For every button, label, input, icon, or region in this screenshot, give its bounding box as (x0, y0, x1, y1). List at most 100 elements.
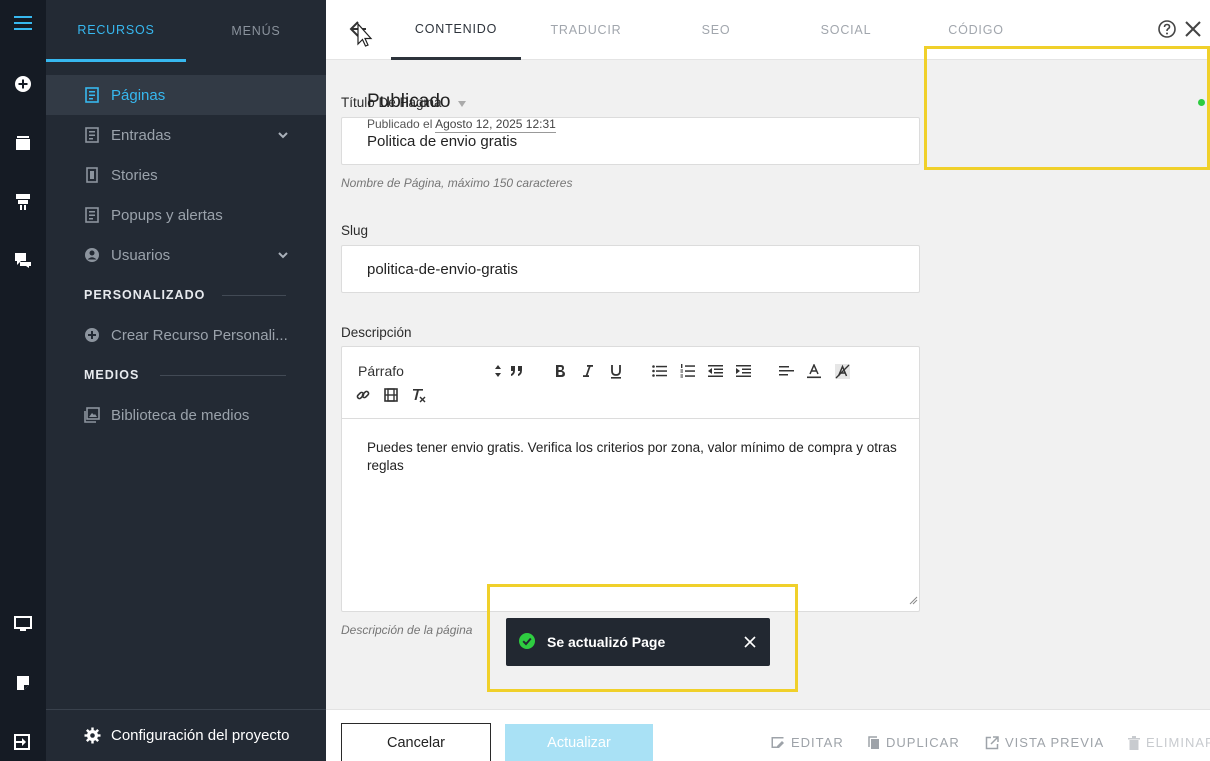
publish-date[interactable]: Agosto 12, 2025 12:31 (435, 117, 556, 133)
description-hint: Descripción de la página (341, 623, 473, 637)
slug-input[interactable]: politica-de-envio-gratis (341, 245, 920, 293)
exit-icon[interactable] (0, 722, 46, 761)
tab-menus[interactable]: MENÚS (186, 0, 326, 62)
bullet-list-icon[interactable] (648, 360, 670, 382)
project-config[interactable]: Configuración del proyecto (46, 709, 326, 761)
sidebar-item-entradas[interactable]: Entradas (46, 115, 326, 155)
format-select[interactable]: Párrafo (358, 360, 502, 382)
add-icon[interactable] (0, 64, 46, 104)
cancel-button[interactable]: Cancelar (341, 723, 491, 761)
sidebar: RECURSOS MENÚS Páginas Entradas Stories … (46, 0, 326, 761)
tab-contenido[interactable]: CONTENIDO (391, 0, 521, 60)
close-icon[interactable] (744, 635, 756, 651)
external-link-icon (985, 735, 999, 749)
title-hint: Nombre de Página, máximo 150 caracteres (341, 176, 573, 190)
desktop-icon[interactable] (0, 604, 46, 644)
indent-icon[interactable] (732, 360, 754, 382)
editor-toolbar: Párrafo (342, 347, 919, 419)
tab-seo[interactable]: SEO (651, 0, 781, 60)
archive-icon[interactable] (0, 182, 46, 222)
create-custom-resource[interactable]: Crear Recurso Personali... (46, 315, 326, 355)
duplicate-icon (868, 735, 879, 749)
description-label: Descripción (341, 325, 412, 340)
duplicate-label: DUPLICAR (886, 735, 960, 750)
bold-icon[interactable] (549, 360, 571, 382)
arrow-left-icon (349, 21, 373, 47)
outdent-icon[interactable] (704, 360, 726, 382)
close-icon[interactable] (1183, 19, 1203, 39)
publish-prefix: Publicado el (367, 117, 433, 131)
section-divider (222, 295, 286, 296)
sidebar-item-label: Popups y alertas (111, 206, 223, 224)
user-icon (84, 247, 100, 263)
page-icon (84, 87, 100, 103)
blockquote-icon[interactable] (506, 360, 528, 382)
publish-info: Publicado el Agosto 12, 2025 12:31 (367, 117, 556, 133)
chat-icon[interactable] (0, 240, 46, 280)
back-button[interactable] (346, 14, 382, 47)
update-button[interactable]: Actualizar (505, 724, 653, 761)
menu-icon[interactable] (0, 3, 46, 43)
sidebar-item-stories[interactable]: Stories (46, 155, 326, 195)
layers-icon[interactable] (0, 123, 46, 163)
popup-icon (84, 207, 100, 223)
notes-icon[interactable] (0, 663, 46, 703)
tab-social[interactable]: SOCIAL (781, 0, 911, 60)
video-icon[interactable] (380, 384, 402, 406)
status-indicator (1198, 99, 1205, 106)
sidebar-item-label: Usuarios (111, 246, 171, 264)
chevron-down-icon[interactable] (278, 247, 288, 264)
align-left-icon[interactable] (775, 360, 797, 382)
add-circle-icon (84, 327, 100, 343)
help-icon[interactable] (1157, 19, 1177, 39)
sidebar-item-label: Biblioteca de medios (111, 406, 250, 424)
duplicate-button[interactable]: DUPLICAR (868, 735, 960, 750)
sidebar-item-label: Stories (111, 166, 158, 184)
edit-button[interactable]: EDITAR (771, 735, 844, 750)
image-library-icon (84, 407, 100, 423)
main-panel: CONTENIDO TRADUCIR SEO SOCIAL CÓDIGO Tít… (326, 0, 1210, 761)
chevron-down-icon[interactable] (278, 127, 288, 144)
sidebar-tabs: RECURSOS MENÚS (46, 0, 326, 62)
clear-format-icon[interactable] (408, 384, 430, 406)
underline-icon[interactable] (605, 360, 627, 382)
description-text[interactable]: Puedes tener envio gratis. Verifica los … (367, 439, 897, 475)
italic-icon[interactable] (577, 360, 599, 382)
status-dropdown[interactable]: Publicado (367, 91, 467, 113)
action-bar: Cancelar Actualizar EDITAR DUPLICAR VIST… (326, 709, 1210, 761)
numbered-list-icon[interactable] (676, 360, 698, 382)
text-color-icon[interactable] (803, 360, 825, 382)
tab-recursos[interactable]: RECURSOS (46, 0, 186, 62)
sidebar-item-media-library[interactable]: Biblioteca de medios (46, 395, 326, 435)
preview-button[interactable]: VISTA PREVIA (985, 735, 1104, 750)
icon-rail (0, 0, 46, 761)
section-medios: MEDIOS (84, 368, 140, 382)
check-circle-icon (519, 632, 535, 652)
sidebar-item-paginas[interactable]: Páginas (46, 75, 326, 115)
resize-handle-icon[interactable] (909, 592, 918, 610)
caret-down-icon (458, 91, 467, 113)
preview-label: VISTA PREVIA (1005, 735, 1105, 750)
section-divider (160, 375, 286, 376)
sidebar-item-usuarios[interactable]: Usuarios (46, 235, 326, 275)
format-select-value: Párrafo (358, 363, 404, 379)
select-arrows-icon (494, 364, 502, 381)
section-personalizado: PERSONALIZADO (84, 288, 206, 302)
delete-button[interactable]: ELIMINAR (1128, 735, 1210, 750)
edit-icon (771, 737, 784, 748)
status-label: Publicado (367, 91, 451, 112)
edit-label: EDITAR (791, 735, 844, 750)
tab-traducir[interactable]: TRADUCIR (521, 0, 651, 60)
slug-label: Slug (341, 223, 369, 238)
sidebar-item-popups[interactable]: Popups y alertas (46, 195, 326, 235)
entries-icon (84, 127, 100, 143)
sidebar-item-label: Entradas (111, 126, 172, 144)
link-icon[interactable] (352, 384, 374, 406)
toast-notification: Se actualizó Page (506, 618, 770, 666)
clear-background-icon[interactable] (831, 360, 853, 382)
status-highlight (924, 46, 1210, 170)
toast-message: Se actualizó Page (547, 634, 666, 650)
delete-label: ELIMINAR (1146, 735, 1210, 750)
sidebar-item-label: Crear Recurso Personali... (111, 326, 288, 344)
stories-icon (84, 167, 100, 183)
